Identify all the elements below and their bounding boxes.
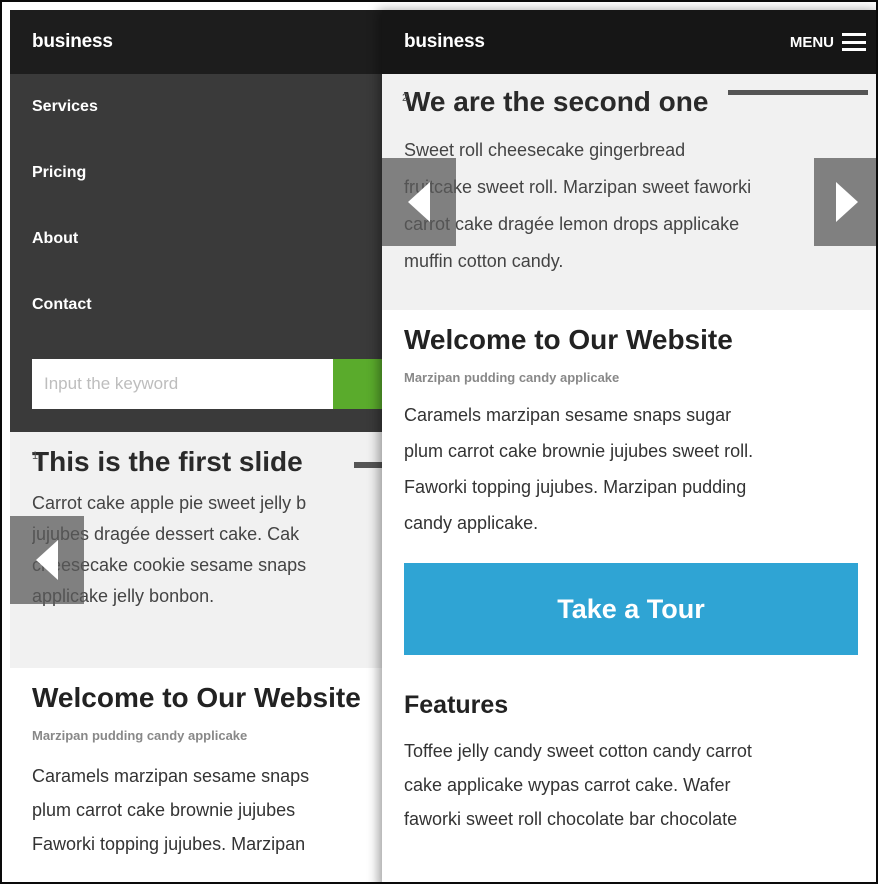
features-line: faworki sweet roll chocolate bar chocola…	[404, 809, 738, 829]
welcome-title: Welcome to Our Website	[32, 682, 361, 713]
search-input[interactable]: Input the keyword	[32, 359, 334, 409]
chevron-left-icon	[408, 182, 430, 222]
next-slide-button[interactable]	[814, 158, 876, 246]
features-text: Toffee jelly candy sweet cotton candy ca…	[404, 734, 858, 836]
chevron-right-icon	[836, 182, 858, 222]
slide-line: carrot cake dragée lemon drops applicake	[404, 214, 740, 234]
slide-line: muffin cotton candy.	[404, 251, 564, 271]
welcome-line: Faworki topping jujubes. Marzipan puddin…	[404, 477, 747, 497]
welcome-text: Caramels marzipan sesame snaps sugar plu…	[404, 397, 858, 541]
welcome-text: Caramels marzipan sesame snaps plum carr…	[32, 759, 360, 861]
slide-title: This is the first slide	[32, 446, 303, 477]
menu-label: MENU	[789, 33, 834, 51]
left-phone-screen: business Services Pricing About Contact …	[10, 10, 382, 882]
slide-indicator[interactable]	[354, 462, 382, 468]
menu-button[interactable]: MENU	[790, 33, 866, 51]
welcome-subtitle: Marzipan pudding candy applicake	[404, 370, 620, 385]
prev-slide-button[interactable]	[10, 516, 84, 604]
hamburger-icon	[842, 33, 866, 51]
nav-item-pricing[interactable]: Pricing	[10, 148, 382, 214]
welcome-line: candy applicake.	[404, 513, 539, 533]
slide-number: 2	[402, 92, 409, 104]
slide-text: Sweet roll cheesecake gingerbread fruitc…	[404, 132, 876, 280]
right-phone-screen: business MENU 2 We are the second one Sw…	[382, 10, 876, 882]
slide-number: 1	[32, 450, 39, 462]
chevron-left-icon	[36, 540, 58, 580]
nav-item-about[interactable]: About	[10, 214, 382, 280]
slide-line: Sweet roll cheesecake gingerbread	[404, 140, 686, 160]
right-header: business MENU	[382, 10, 876, 74]
search-button[interactable]	[333, 359, 382, 409]
nav-item-contact[interactable]: Contact	[10, 280, 382, 346]
left-header: business	[10, 10, 382, 74]
prev-slide-button[interactable]	[382, 158, 456, 246]
search-bar: Input the keyword	[32, 359, 382, 409]
brand-logo[interactable]: business	[404, 31, 485, 53]
take-a-tour-button[interactable]: Take a Tour	[404, 563, 858, 655]
slide-line: fruitcake sweet roll. Marzipan sweet faw…	[404, 177, 752, 197]
slide-indicator[interactable]	[728, 90, 868, 95]
welcome-section: Welcome to Our Website Marzipan pudding …	[10, 668, 382, 861]
slide-1: 1 This is the first slide Carrot cake ap…	[10, 432, 382, 668]
features-line: cake applicake wypas carrot cake. Wafer	[404, 775, 731, 795]
features-title: Features	[404, 691, 509, 719]
welcome-line: Faworki topping jujubes. Marzipan	[32, 834, 306, 854]
welcome-subtitle: Marzipan pudding candy applicake	[32, 728, 248, 743]
welcome-line: plum carrot cake brownie jujubes sweet r…	[404, 441, 754, 461]
brand-logo[interactable]: business	[32, 31, 113, 53]
features-line: Toffee jelly candy sweet cotton candy ca…	[404, 741, 752, 761]
nav-item-services[interactable]: Services	[10, 82, 382, 148]
welcome-line: Caramels marzipan sesame snaps sugar	[404, 405, 732, 425]
slide-line: Carrot cake apple pie sweet jelly b	[32, 493, 307, 513]
welcome-line: plum carrot cake brownie jujubes	[32, 800, 296, 820]
welcome-section: Welcome to Our Website Marzipan pudding …	[382, 310, 876, 836]
welcome-title: Welcome to Our Website	[404, 324, 733, 355]
slide-2: 2 We are the second one Sweet roll chees…	[382, 74, 876, 310]
welcome-line: Caramels marzipan sesame snaps	[32, 766, 310, 786]
screenshot-frame: business Services Pricing About Contact …	[0, 0, 878, 884]
